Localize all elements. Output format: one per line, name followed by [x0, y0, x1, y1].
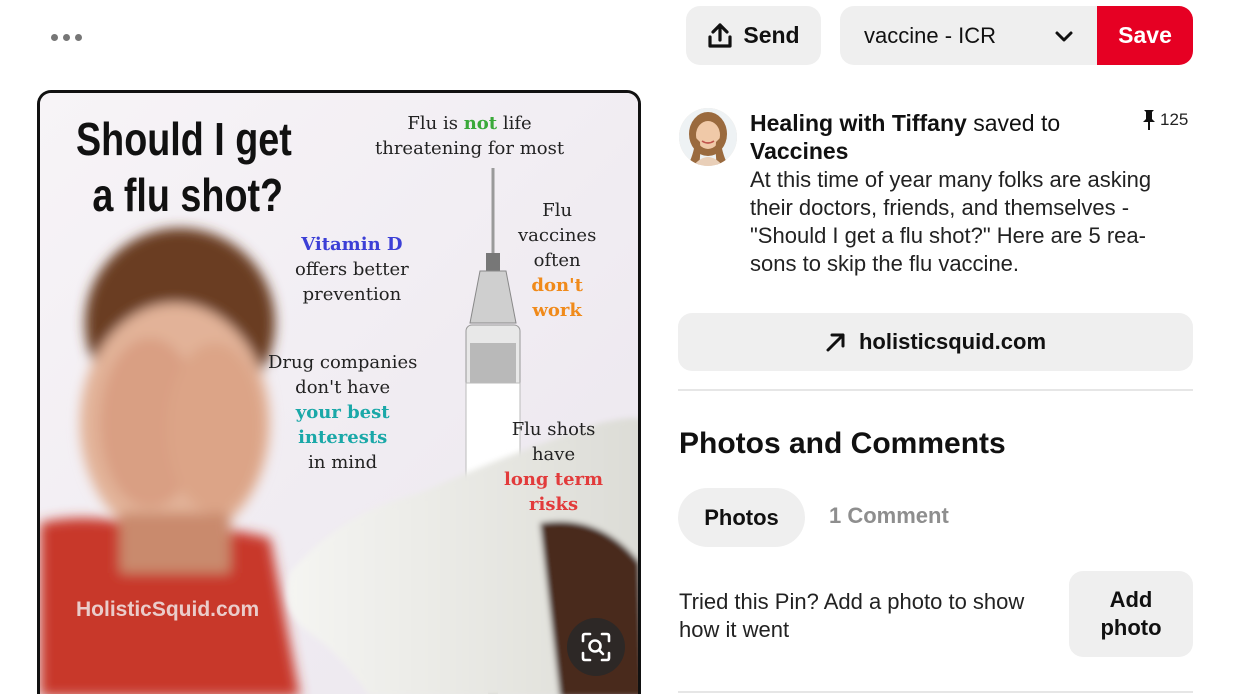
- save-button[interactable]: Save: [1097, 6, 1193, 65]
- pin-image[interactable]: Should I get a flu shot? Flu is not life…: [37, 90, 641, 694]
- bottom-divider: [678, 691, 1193, 693]
- visual-search-button[interactable]: [567, 618, 625, 676]
- photos-comments-heading: Photos and Comments: [679, 427, 1006, 460]
- image-callout-flu-not-life-threatening: Flu is not life threatening for most: [375, 113, 565, 159]
- tab-comments[interactable]: 1 Comment: [829, 503, 949, 529]
- image-callout-vitamin-d: Vitamin D offers better prevention: [295, 234, 409, 305]
- saved-to-text: saved to: [973, 110, 1061, 136]
- image-headline: Should I get a flu shot?: [76, 113, 292, 221]
- avatar-image: [679, 108, 737, 166]
- board-select[interactable]: vaccine - ICR: [840, 6, 1098, 65]
- repin-count-value: 125: [1160, 110, 1189, 129]
- author-avatar[interactable]: [679, 108, 737, 166]
- board-name-link[interactable]: Vaccines: [750, 138, 848, 164]
- image-watermark: HolisticSquid.com: [76, 598, 260, 621]
- tab-photos[interactable]: Photos: [678, 488, 805, 547]
- repin-count: 125: [1142, 109, 1188, 131]
- divider: [678, 389, 1193, 391]
- send-button[interactable]: Send: [686, 6, 821, 65]
- more-options-button[interactable]: [48, 26, 84, 48]
- pushpin-icon: [1143, 110, 1155, 130]
- author-name-link[interactable]: Healing with Tiffany: [750, 110, 967, 136]
- visual-search-icon: [581, 632, 611, 662]
- source-link-label: holisticsquid.com: [858, 329, 1047, 354]
- pin-attribution: Healing with Tiffany saved to Vaccines: [750, 109, 1150, 165]
- source-link-button[interactable]: holisticsquid.com: [678, 313, 1193, 371]
- share-upload-icon: [708, 22, 732, 48]
- image-callout-drug-companies: Drug companies don't have your best inte…: [268, 352, 418, 473]
- tried-pin-prompt: Tried this Pin? Add a photo to show how …: [679, 589, 1025, 642]
- add-photo-button[interactable]: Add photo: [1069, 571, 1193, 657]
- image-callout-vaccines-dont-work: Flu vaccines often don't work: [518, 200, 597, 321]
- arrow-up-right-icon: [826, 333, 845, 352]
- ellipsis-icon: [50, 33, 58, 41]
- save-label: Save: [1118, 22, 1172, 48]
- tab-photos-label: Photos: [704, 504, 779, 530]
- pin-description: At this time of year many folks are aski…: [750, 167, 1152, 276]
- board-select-value: vaccine - ICR: [864, 22, 997, 48]
- send-label: Send: [743, 22, 800, 48]
- image-callout-long-term-risks: Flu shots have long term risks: [504, 419, 604, 515]
- chevron-down-icon: [1055, 31, 1073, 42]
